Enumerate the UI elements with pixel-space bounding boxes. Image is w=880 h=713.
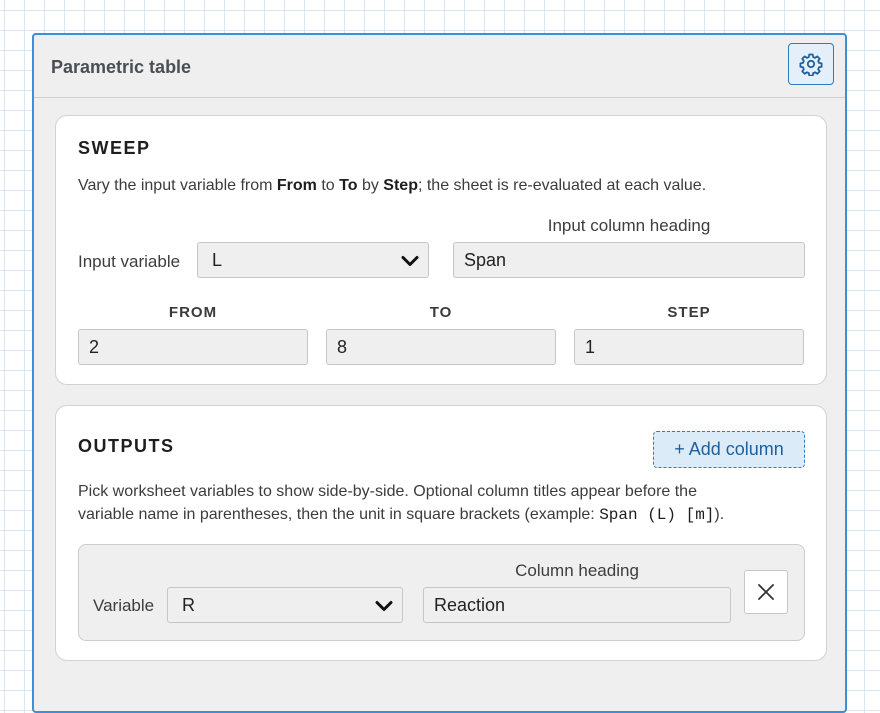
from-label: FROM — [168, 304, 218, 321]
sweep-description: Vary the input variable from From to To … — [78, 174, 706, 197]
output-heading-field[interactable] — [423, 587, 731, 623]
settings-button[interactable] — [788, 43, 834, 85]
sweep-desc-text: ; the sheet is re-evaluated at each valu… — [417, 177, 707, 194]
from-field[interactable] — [78, 329, 308, 365]
to-label: TO — [429, 304, 453, 321]
outputs-desc-text: variable name in parentheses, then the u… — [78, 506, 600, 523]
outputs-desc-text: ). — [714, 506, 725, 523]
step-label: STEP — [667, 304, 711, 321]
output-heading-label: Column heading — [515, 561, 639, 580]
panel-header: Parametric table — [34, 35, 845, 98]
outputs-desc-example: Span (L) [m] — [599, 506, 715, 524]
step-field[interactable] — [574, 329, 804, 365]
add-column-button[interactable]: + Add column — [653, 431, 805, 468]
sweep-desc-to: To — [339, 177, 358, 194]
sweep-desc-text: Vary the input variable from — [78, 177, 277, 194]
sweep-desc-from: From — [276, 177, 317, 194]
outputs-desc-line1: Pick worksheet variables to show side-by… — [78, 483, 697, 500]
sweep-desc-step: Step — [383, 177, 418, 194]
outputs-description: Pick worksheet variables to show side-by… — [78, 480, 724, 527]
output-variable-value: R — [182, 594, 195, 615]
sweep-section: SWEEP Vary the input variable from From … — [55, 115, 827, 385]
parametric-table-panel: Parametric table SWEEP Vary the input va… — [32, 33, 847, 713]
outputs-section: OUTPUTS + Add column Pick worksheet vari… — [55, 405, 827, 661]
output-variable-label: Variable — [93, 596, 155, 615]
output-row: Variable R Column heading — [78, 544, 805, 641]
sweep-desc-text: to — [316, 177, 340, 194]
input-variable-select[interactable]: L — [197, 242, 429, 278]
gear-icon — [799, 53, 823, 76]
input-heading-label: Input column heading — [547, 216, 711, 235]
chevron-down-icon — [401, 256, 419, 266]
close-icon — [758, 584, 774, 600]
input-heading-field[interactable] — [453, 242, 805, 278]
input-variable-value: L — [212, 249, 223, 270]
outputs-desc-line2: variable name in parentheses, then the u… — [78, 503, 724, 527]
to-field[interactable] — [326, 329, 556, 365]
remove-output-button[interactable] — [744, 570, 788, 614]
output-variable-select[interactable]: R — [167, 587, 403, 623]
input-variable-label: Input variable — [78, 252, 181, 271]
panel-title: Parametric table — [51, 57, 192, 77]
sweep-desc-text: by — [357, 177, 384, 194]
outputs-title: OUTPUTS — [78, 436, 175, 456]
chevron-down-icon — [375, 601, 393, 611]
sweep-title: SWEEP — [78, 138, 151, 158]
